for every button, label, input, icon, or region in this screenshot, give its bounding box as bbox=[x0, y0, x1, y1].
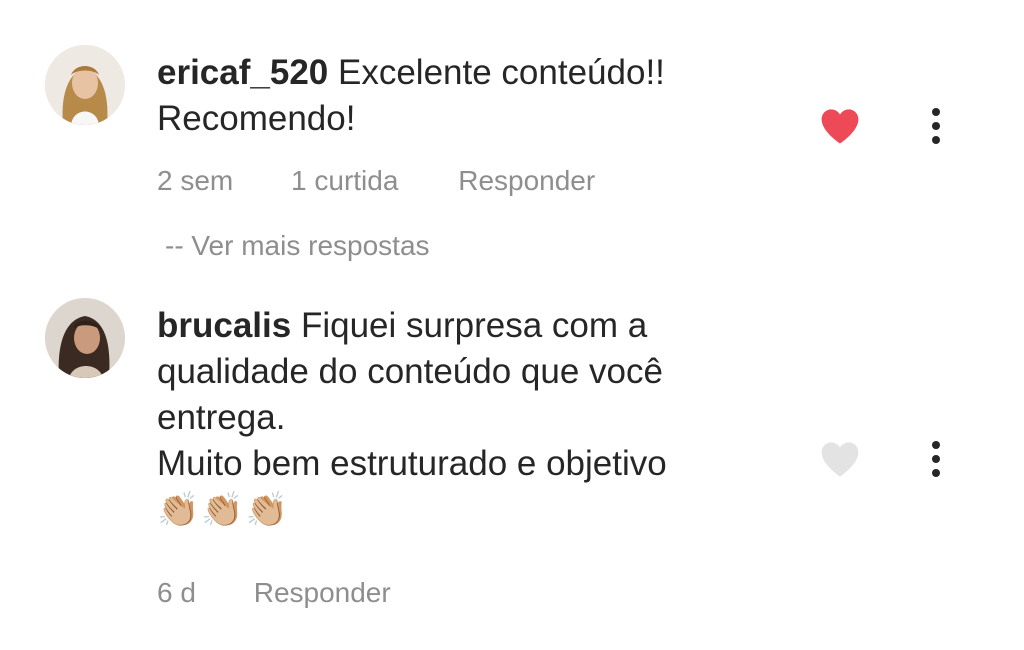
more-options-button[interactable] bbox=[926, 439, 946, 479]
like-button[interactable] bbox=[819, 439, 861, 479]
clapping-hands-emoji: 👏🏼👏🏼👏🏼 bbox=[157, 491, 291, 529]
dot-icon bbox=[932, 469, 940, 477]
heart-outline-icon bbox=[821, 442, 859, 477]
comment-meta: 6 d Responder bbox=[157, 577, 391, 609]
comment-body-line3: entrega. bbox=[157, 398, 286, 437]
dot-icon bbox=[932, 441, 940, 449]
dot-icon bbox=[932, 136, 940, 144]
dot-icon bbox=[932, 455, 940, 463]
comment-body-line4: Muito bem estruturado e objetivo bbox=[157, 444, 667, 483]
comment-text: brucalis Fiquei surpresa com a qualidade… bbox=[157, 303, 797, 533]
dot-icon bbox=[932, 108, 940, 116]
view-more-replies-button[interactable]: -- Ver mais respostas bbox=[165, 230, 430, 262]
heart-filled-icon bbox=[821, 109, 859, 144]
comment-body-line2: qualidade do conteúdo que você bbox=[157, 352, 663, 391]
comment-username[interactable]: brucalis bbox=[157, 306, 291, 345]
dot-icon bbox=[932, 122, 940, 130]
comment-time: 6 d bbox=[157, 577, 196, 608]
comment-likes[interactable]: 1 curtida bbox=[291, 165, 398, 197]
reply-button[interactable]: Responder bbox=[458, 165, 595, 197]
comment-text: ericaf_520 Excelente conteúdo!! Recomend… bbox=[157, 50, 797, 142]
avatar[interactable] bbox=[45, 298, 125, 378]
reply-button[interactable]: Responder bbox=[254, 577, 391, 609]
like-button[interactable] bbox=[819, 106, 861, 146]
comment-time: 2 sem bbox=[157, 165, 234, 196]
more-options-button[interactable] bbox=[926, 106, 946, 146]
comment-username[interactable]: ericaf_520 bbox=[157, 53, 328, 92]
comment-body-line1: Fiquei surpresa com a bbox=[300, 306, 648, 345]
avatar[interactable] bbox=[45, 45, 125, 125]
avatar-photo bbox=[45, 45, 125, 125]
comment-body-line2: Recomendo! bbox=[157, 99, 356, 138]
comment-meta: 2 sem 1 curtida Responder bbox=[157, 165, 595, 197]
avatar-photo bbox=[45, 298, 125, 378]
comment-body: Excelente conteúdo!! bbox=[338, 53, 665, 92]
